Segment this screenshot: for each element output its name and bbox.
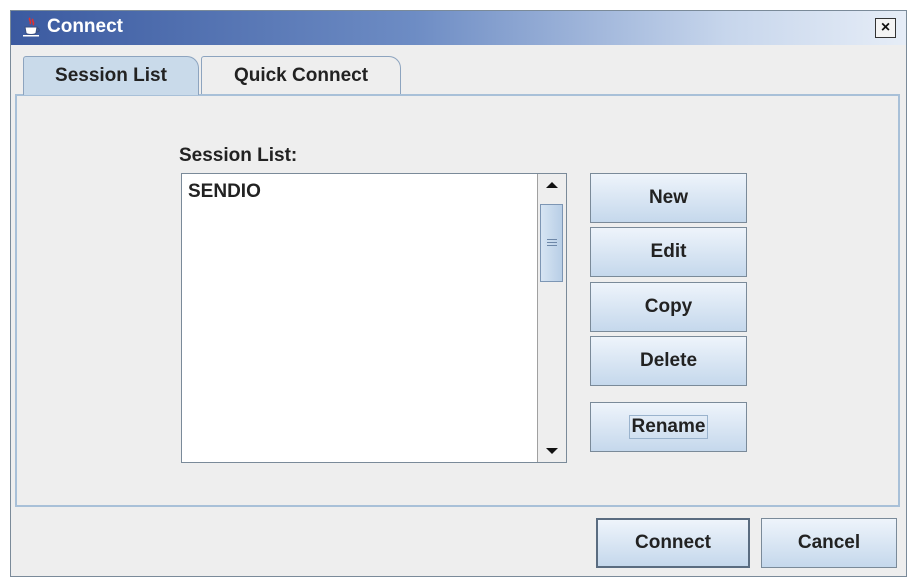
close-icon: × [880,19,891,36]
rename-button[interactable]: Rename [590,402,747,452]
java-cup-icon [21,16,43,38]
copy-button[interactable]: Copy [590,282,747,332]
close-button[interactable]: × [875,18,896,38]
session-list-label: Session List: [179,145,298,166]
tab-label: Quick Connect [233,65,369,86]
title-bar[interactable]: Connect × [11,11,906,45]
list-item[interactable]: SENDIO [188,181,261,203]
connect-button-label: Connect [635,532,711,553]
arrow-up-icon [546,182,558,188]
tab-quick-connect[interactable]: Quick Connect [201,56,401,95]
connect-button[interactable]: Connect [596,518,750,568]
scroll-down-button[interactable] [538,440,566,462]
tab-label: Session List [55,65,167,86]
delete-button-label: Delete [639,350,698,371]
rename-button-label: Rename [628,415,709,439]
arrow-down-icon [546,448,558,454]
connect-dialog: Connect × Session List Quick Connect Ses… [10,10,907,577]
tab-session-list[interactable]: Session List [23,56,199,95]
cancel-button-label: Cancel [797,532,861,553]
window-title: Connect [47,16,123,37]
edit-button-label: Edit [650,241,687,262]
copy-button-label: Copy [644,296,693,317]
grip-line [547,242,557,243]
new-button-label: New [648,187,689,208]
cancel-button[interactable]: Cancel [761,518,897,568]
grip-line [547,245,557,246]
session-list[interactable]: SENDIO [181,173,567,463]
new-button[interactable]: New [590,173,747,223]
delete-button[interactable]: Delete [590,336,747,386]
scroll-thumb[interactable] [540,204,563,282]
edit-button[interactable]: Edit [590,227,747,277]
vertical-scrollbar[interactable] [537,174,566,462]
scroll-up-button[interactable] [538,174,566,196]
grip-line [547,239,557,240]
